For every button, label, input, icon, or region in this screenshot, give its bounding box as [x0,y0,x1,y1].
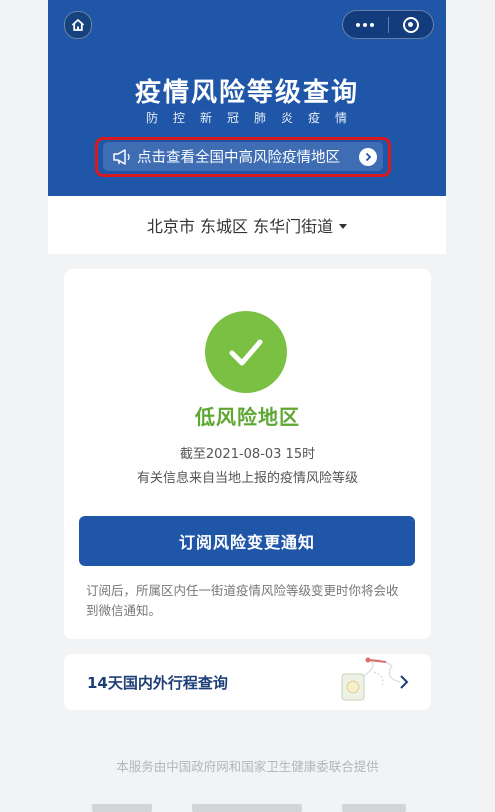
footer-credit: 本服务由中国政府网和国家卫生健康委联合提供 [116,759,379,774]
subscribe-note: 订阅后，所属区内任一街道疫情风险等级变更时你将会收到微信通知。 [86,583,399,618]
location-text: 北京市 东城区 东华门街道 [146,217,334,236]
check-icon [205,311,287,393]
target-icon [402,16,419,33]
risk-level-label: 低风险地区 [195,405,300,429]
chevron-right-icon [400,675,409,689]
mini-program-capsule [342,10,434,39]
caret-down-icon [339,223,348,229]
bottom-tab-edge [92,804,406,812]
speaker-icon [107,142,137,171]
home-icon [71,19,85,31]
trip-lookup-card[interactable]: 14天国内外行程查询 [64,654,431,710]
data-source-note: 有关信息来自当地上报的疫情风险等级 [136,471,358,486]
page-subtitle: 防控新冠肺炎疫情 [145,111,362,125]
header-banner: 疫情风险等级查询 防控新冠肺炎疫情 点击查看全国中高风险疫情地区 [48,0,446,196]
risk-status-card: 低风险地区 截至2021-08-03 15时 有关信息来自当地上报的疫情风险等级… [64,269,431,639]
as-of-timestamp: 截至2021-08-03 15时 [179,447,316,462]
more-dots-icon [356,22,375,27]
high-risk-areas-link[interactable]: 点击查看全国中高风险疫情地区 [103,142,383,171]
more-button[interactable] [343,11,388,38]
page-title: 疫情风险等级查询 [134,78,359,108]
notice-text: 点击查看全国中高风险疫情地区 [137,150,340,166]
close-mini-program-button[interactable] [389,11,434,38]
home-button[interactable] [64,11,92,39]
subscribe-button[interactable]: 订阅风险变更通知 [79,516,415,566]
chevron-right-icon [359,147,377,166]
trip-lookup-label: 14天国内外行程查询 [87,674,228,692]
location-selector[interactable]: 北京市 东城区 东华门街道 [48,196,446,254]
